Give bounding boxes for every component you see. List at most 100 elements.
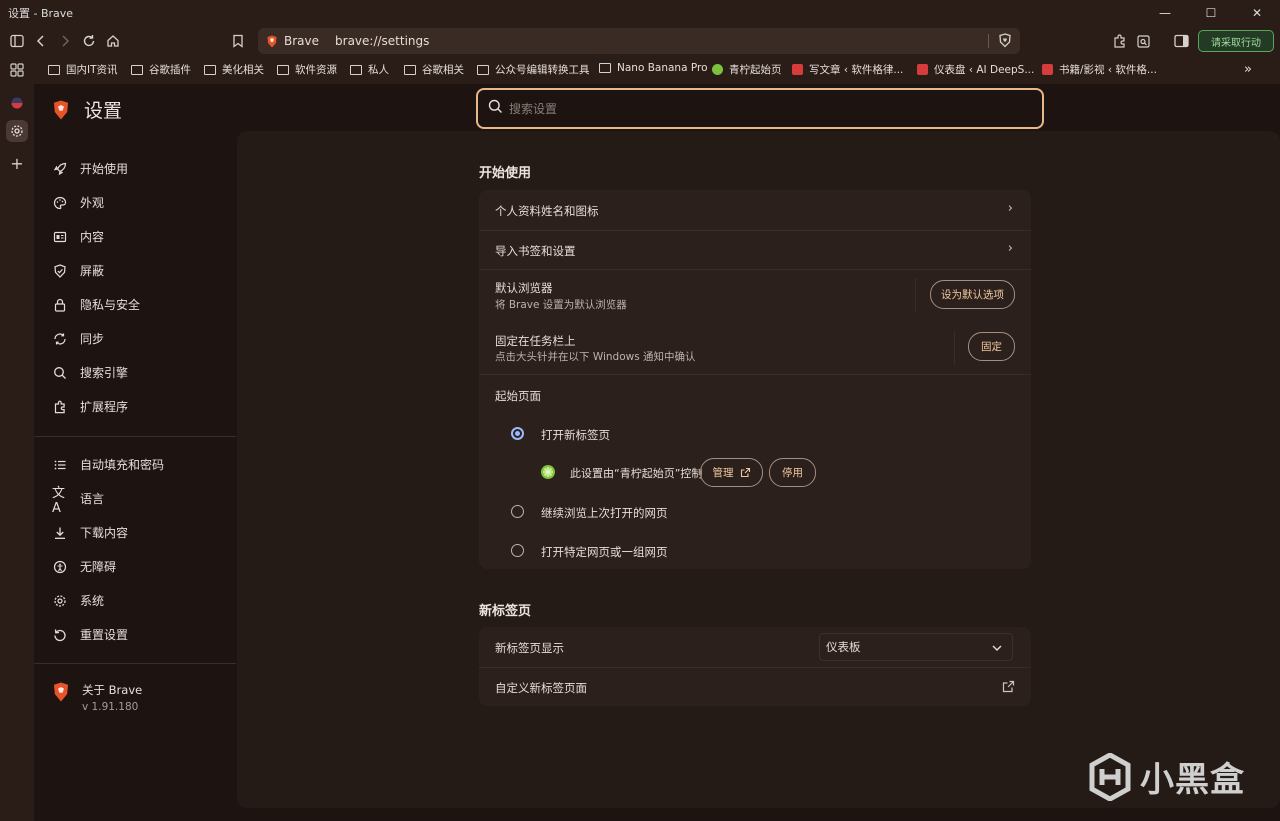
settings-tab-gear-icon[interactable] (6, 120, 28, 142)
bookmark-site[interactable]: 书籍/影视 ‹ 软件格... (1042, 62, 1157, 77)
customize-newtab-row[interactable]: 自定义新标签页面 (479, 667, 1031, 706)
folder-icon (477, 64, 489, 75)
nav-item-shields[interactable]: 屏蔽 (52, 262, 104, 279)
site-chip[interactable]: Brave (266, 34, 319, 48)
pin-button[interactable]: 固定 (968, 332, 1015, 361)
folder-icon (277, 64, 289, 75)
sidebar-panel-icon[interactable] (1170, 30, 1192, 52)
startup-label: 起始页面 (495, 389, 541, 403)
nav-item-reset[interactable]: 重置设置 (52, 626, 128, 643)
bookmark-folder[interactable]: 软件资源 (277, 62, 337, 77)
nav-divider (34, 436, 236, 437)
bookmark-folder[interactable]: 谷歌相关 (404, 62, 464, 77)
radio-open-newtab[interactable] (511, 427, 524, 440)
settings-search[interactable] (476, 88, 1044, 129)
radio-specific-pages[interactable] (511, 544, 524, 557)
newtab-show-row: 新标签页显示 仪表板 (479, 627, 1031, 667)
chevron-right-icon: › (1007, 201, 1013, 216)
address-bar[interactable]: Brave brave://settings (258, 28, 1020, 54)
screenshot-icon[interactable] (1132, 30, 1154, 52)
folder-icon (599, 63, 611, 73)
browser-toolbar: Brave brave://settings (0, 26, 1280, 56)
nav-item-appearance[interactable]: 外观 (52, 194, 104, 211)
page-title: 设置 (84, 100, 123, 122)
section-title-get-started: 开始使用 (479, 166, 532, 181)
bookmark-folder[interactable]: 谷歌插件 (131, 62, 191, 77)
site-name: Brave (284, 34, 320, 48)
sidebar-toggle-icon[interactable] (6, 30, 28, 52)
bookmark-folder[interactable]: 公众号编辑转换工具 (477, 62, 590, 77)
radio-continue[interactable] (511, 505, 524, 518)
pin-taskbar-row: 固定在任务栏上 点击大头针并在以下 Windows 通知中确认 固定 (479, 321, 1031, 374)
url-text[interactable]: brave://settings (335, 34, 429, 48)
apps-grid-icon[interactable] (6, 59, 28, 81)
profile-row[interactable]: 个人资料姓名和图标 › (479, 190, 1031, 230)
red-cube-favicon-icon (1042, 64, 1053, 75)
nav-item-autofill[interactable]: 自动填充和密码 (52, 456, 164, 473)
tab-favicon-icon[interactable] (6, 92, 28, 114)
lock-icon (52, 297, 68, 313)
import-row[interactable]: 导入书签和设置 › (479, 230, 1031, 269)
search-icon (52, 365, 68, 381)
get-started-card: 个人资料姓名和图标 › 导入书签和设置 › 默认浏览器 将 Brave 设置为默… (479, 190, 1031, 569)
nav-item-languages[interactable]: 文A 语言 (52, 485, 104, 516)
minimize-icon[interactable]: — (1142, 0, 1188, 26)
bookmark-folder[interactable]: 私人 (350, 62, 389, 77)
more-bookmarks-icon[interactable]: » (1244, 62, 1252, 77)
rewards-action-button[interactable]: 请采取行动 (1198, 30, 1274, 52)
newtab-show-select[interactable]: 仪表板 (819, 633, 1013, 661)
bookmark-folder[interactable]: 美化相关 (204, 62, 264, 77)
home-icon[interactable] (102, 30, 124, 52)
watermark: 小黑盒 (1088, 752, 1245, 801)
bookmark-site[interactable]: 写文章 ‹ 软件格律... (792, 62, 903, 77)
nav-item-extensions[interactable]: 扩展程序 (52, 398, 128, 415)
translate-icon: 文A (52, 485, 66, 516)
nav-item-sync[interactable]: 同步 (52, 330, 104, 347)
controlled-by-text: 此设置由“青柠起始页”控制 (570, 467, 703, 480)
manage-extension-button[interactable]: 管理 (700, 458, 763, 487)
chevron-right-icon: › (1007, 241, 1013, 256)
heybox-logo-icon (1089, 752, 1131, 801)
search-icon (488, 99, 503, 118)
rocket-icon (52, 161, 68, 177)
new-tab-plus-icon[interactable]: + (6, 152, 28, 174)
disable-extension-button[interactable]: 停用 (769, 458, 816, 487)
watermark-text: 小黑盒 (1140, 760, 1245, 800)
gear-icon (52, 593, 68, 609)
reset-icon (52, 627, 68, 643)
about-brave[interactable]: 关于 Brave v 1.91.180 (52, 682, 142, 713)
lime-extension-icon (540, 464, 556, 483)
lime-favicon-icon (712, 64, 723, 75)
bookmark-folder[interactable]: Nano Banana Pro (599, 62, 708, 74)
nav-item-privacy[interactable]: 隐私与安全 (52, 296, 140, 313)
brave-logo-icon (54, 100, 68, 119)
red-cube-favicon-icon (792, 64, 803, 75)
search-input[interactable] (509, 101, 1009, 116)
extensions-icon[interactable] (1108, 30, 1130, 52)
settings-header: 设置 (52, 96, 122, 123)
nav-item-accessibility[interactable]: 无障碍 (52, 558, 116, 575)
newtab-card: 新标签页显示 仪表板 自定义新标签页面 (479, 627, 1031, 706)
maximize-icon[interactable]: ☐ (1188, 0, 1234, 26)
brave-shields-icon[interactable] (998, 33, 1012, 51)
nav-item-search-engine[interactable]: 搜索引擎 (52, 364, 128, 381)
back-icon[interactable] (30, 30, 52, 52)
set-default-button[interactable]: 设为默认选项 (930, 280, 1015, 309)
bookmark-folder[interactable]: 国内IT资讯 (48, 62, 118, 77)
close-icon[interactable]: ✕ (1234, 0, 1280, 26)
bookmark-site[interactable]: 仪表盘 ‹ AI DeepS... (917, 62, 1034, 77)
bookmark-icon[interactable] (227, 30, 249, 52)
nav-item-downloads[interactable]: 下载内容 (52, 524, 128, 541)
bookmark-site[interactable]: 青柠起始页 (712, 62, 782, 77)
nav-item-get-started[interactable]: 开始使用 (52, 160, 128, 177)
accessibility-icon (52, 559, 68, 575)
nav-item-system[interactable]: 系统 (52, 592, 104, 609)
nav-item-content[interactable]: 内容 (52, 228, 104, 245)
bookmarks-bar: 国内IT资讯 谷歌插件 美化相关 软件资源 私人 谷歌相关 公众号编辑转换工具 … (0, 58, 1280, 82)
palette-icon (52, 195, 68, 211)
reload-icon[interactable] (78, 30, 100, 52)
forward-icon[interactable] (54, 30, 76, 52)
window-title: 设置 - Brave (8, 7, 74, 20)
nav-divider (34, 663, 236, 664)
about-label: 关于 Brave (82, 683, 143, 697)
